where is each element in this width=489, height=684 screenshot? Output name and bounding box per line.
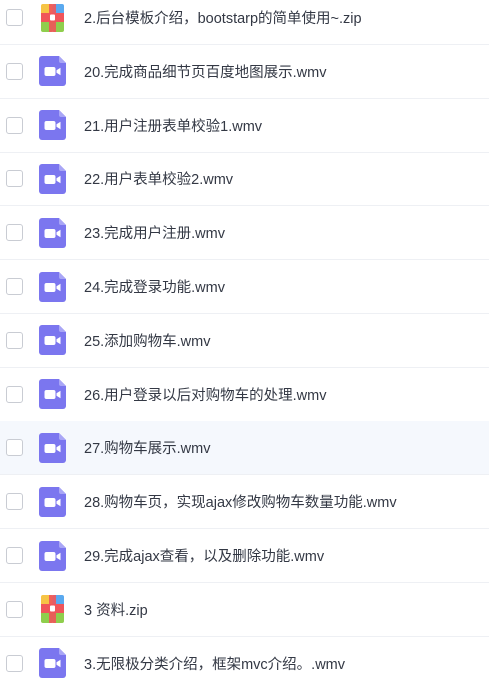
video-file-icon <box>39 110 66 141</box>
file-name[interactable]: 2.后台模板介绍，bootstarp的简单使用~.zip <box>84 7 362 28</box>
row-checkbox[interactable] <box>6 547 23 564</box>
file-row[interactable]: 3.无限极分类介绍，框架mvc介绍。.wmv <box>0 637 489 684</box>
video-file-icon <box>39 217 66 248</box>
file-name[interactable]: 26.用户登录以后对购物车的处理.wmv <box>84 384 327 405</box>
zip-archive-icon <box>39 594 66 624</box>
file-row[interactable]: 20.完成商品细节页百度地图展示.wmv <box>0 45 489 99</box>
row-checkbox[interactable] <box>6 62 23 80</box>
video-file-icon <box>39 163 66 194</box>
video-file-icon <box>39 325 66 356</box>
file-row[interactable]: 24.完成登录功能.wmv <box>0 260 489 314</box>
file-name[interactable]: 24.完成登录功能.wmv <box>84 276 225 297</box>
video-file-icon <box>39 271 66 302</box>
row-checkbox[interactable] <box>6 278 23 295</box>
video-file-icon <box>39 540 66 571</box>
video-file-icon <box>39 486 66 517</box>
video-file-icon <box>39 56 66 87</box>
file-row[interactable]: 26.用户登录以后对购物车的处理.wmv <box>0 368 489 422</box>
file-row[interactable]: 3 资料.zip <box>0 583 489 637</box>
file-row[interactable]: 25.添加购物车.wmv <box>0 314 489 368</box>
file-name[interactable]: 3 资料.zip <box>84 599 148 620</box>
row-checkbox[interactable] <box>6 224 23 242</box>
file-name[interactable]: 22.用户表单校验2.wmv <box>84 168 233 189</box>
file-row[interactable]: 27.购物车展示.wmv <box>0 421 489 476</box>
file-row[interactable]: 22.用户表单校验2.wmv <box>0 152 489 207</box>
row-checkbox[interactable] <box>6 385 23 403</box>
file-row[interactable]: 29.完成ajax查看，以及删除功能.wmv <box>0 529 489 583</box>
file-name[interactable]: 23.完成用户注册.wmv <box>84 222 225 243</box>
zip-archive-icon <box>39 3 66 33</box>
file-name[interactable]: 20.完成商品细节页百度地图展示.wmv <box>84 61 327 82</box>
file-name[interactable]: 3.无限极分类介绍，框架mvc介绍。.wmv <box>84 653 345 674</box>
file-name[interactable]: 21.用户注册表单校验1.wmv <box>84 115 262 136</box>
file-row[interactable]: 28.购物车页，实现ajax修改购物车数量功能.wmv <box>0 475 489 530</box>
row-checkbox[interactable] <box>6 600 23 618</box>
row-checkbox[interactable] <box>6 331 23 349</box>
row-checkbox[interactable] <box>6 116 23 134</box>
file-name[interactable]: 29.完成ajax查看，以及删除功能.wmv <box>84 545 324 566</box>
video-file-icon <box>39 379 66 410</box>
video-file-icon <box>39 432 66 463</box>
file-list: 2.后台模板介绍，bootstarp的简单使用~.zip 20.完成商品细节页百度… <box>0 0 489 684</box>
row-checkbox[interactable] <box>6 439 23 457</box>
row-checkbox[interactable] <box>6 9 23 26</box>
file-name[interactable]: 27.购物车展示.wmv <box>84 437 211 458</box>
row-checkbox[interactable] <box>6 493 23 511</box>
file-name[interactable]: 28.购物车页，实现ajax修改购物车数量功能.wmv <box>84 491 397 512</box>
row-checkbox[interactable] <box>6 170 23 188</box>
file-row[interactable]: 21.用户注册表单校验1.wmv <box>0 99 489 153</box>
file-row[interactable]: 23.完成用户注册.wmv <box>0 206 489 261</box>
video-file-icon <box>39 648 66 679</box>
row-checkbox[interactable] <box>6 654 23 672</box>
file-row[interactable]: 2.后台模板介绍，bootstarp的简单使用~.zip <box>0 0 489 45</box>
file-name[interactable]: 25.添加购物车.wmv <box>84 330 211 351</box>
